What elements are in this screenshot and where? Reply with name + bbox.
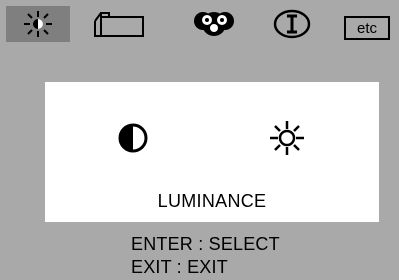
brightness-sun-icon [267,118,307,158]
panel-title: LUMINANCE [157,191,267,211]
information-icon [270,9,314,39]
geometry-icon [93,9,147,39]
osd-tab-bar: etc [0,0,399,44]
tab-luminance[interactable] [6,6,70,42]
contrast-option[interactable] [113,118,153,158]
brightness-option[interactable] [267,118,307,158]
color-icon [189,9,239,39]
exit-hint: EXIT : EXIT [131,257,228,277]
luminance-panel: LUMINANCE [45,82,379,222]
contrast-icon [113,118,153,158]
tab-etc-label: etc [356,19,377,37]
enter-select-hint: ENTER : SELECT [131,234,280,254]
tab-geometry[interactable] [92,9,148,39]
brightness-icon [18,9,58,39]
tab-information[interactable] [268,9,316,39]
tab-etc[interactable]: etc [344,16,390,40]
tab-color[interactable] [188,9,240,39]
